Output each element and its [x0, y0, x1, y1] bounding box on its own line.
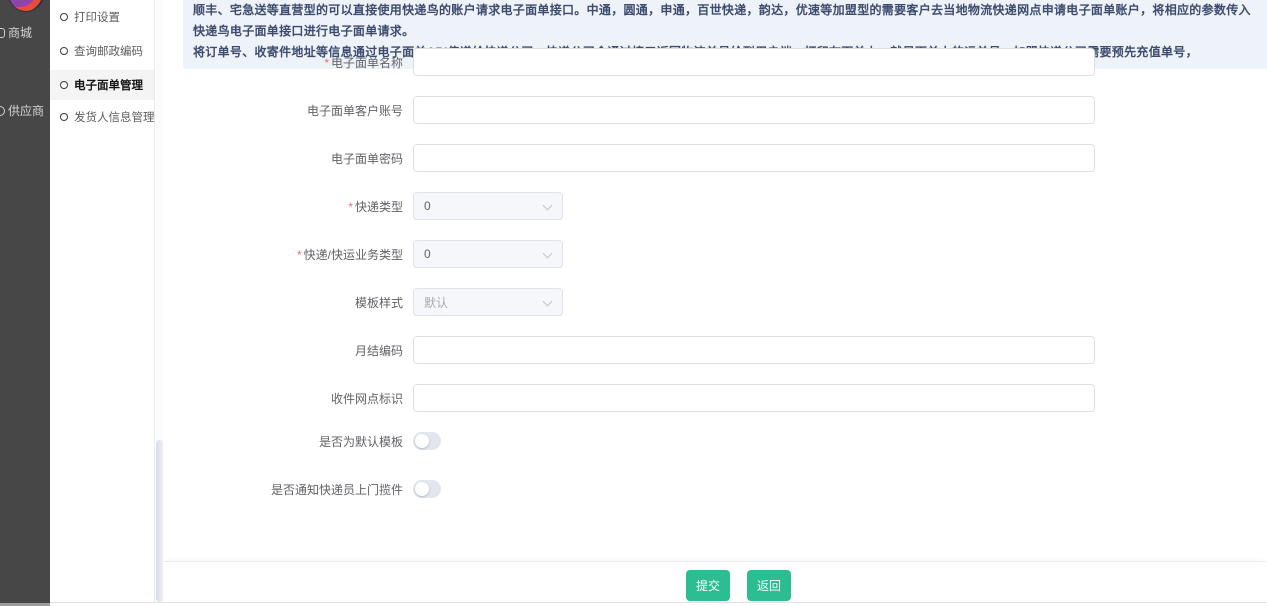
form-row: *电子面单名称 [163, 48, 1267, 76]
field-label-default-template: 是否为默认模板 [163, 433, 413, 450]
radio-circle-icon [60, 47, 68, 55]
main-content: 顺丰、宅急送等直营型的可以直接使用快递鸟的账户请求电子面单接口。中通，圆通，申通… [163, 0, 1267, 606]
field-label-monthly-code: 月结编码 [163, 342, 413, 359]
back-button[interactable]: 返回 [747, 570, 791, 601]
select-value: 0 [424, 199, 431, 213]
radio-circle-icon [60, 13, 68, 21]
required-mark: * [324, 56, 329, 70]
monthly-code-input[interactable] [413, 336, 1095, 364]
notify-courier-switch[interactable] [413, 480, 441, 498]
default-template-switch[interactable] [413, 432, 441, 450]
menu-item-ewaybill-management[interactable]: 电子面单管理 [50, 70, 154, 100]
footer-action-bar: 提交 返回 [163, 561, 1267, 602]
scrollbar-thumb[interactable] [156, 440, 163, 602]
field-label-outlet-id: 收件网点标识 [163, 390, 413, 407]
menu-item-label: 发货人信息管理 [74, 109, 155, 125]
required-mark: * [348, 200, 353, 214]
switch-knob [415, 434, 429, 448]
form-row: 电子面单客户账号 [163, 96, 1267, 124]
field-label-business-type: *快递/快运业务类型 [163, 246, 413, 263]
footer-buttons: 提交 返回 [686, 570, 791, 601]
radio-circle-icon [60, 81, 68, 89]
form-row: 是否通知快递员上门揽件 [163, 480, 1267, 498]
field-label-template-style: 模板样式 [163, 294, 413, 311]
select-value: 默认 [424, 294, 448, 311]
template-style-select[interactable]: 默认 [413, 288, 563, 316]
form-row: *快递/快运业务类型 0 [163, 240, 1267, 268]
ewaybill-form: *电子面单名称 电子面单客户账号 电子面单密码 *快递类型 0 *快递/快运业务… [163, 48, 1267, 518]
field-label-customer-account: 电子面单客户账号 [163, 102, 413, 119]
waybill-name-input[interactable] [413, 48, 1095, 76]
form-row: *快递类型 0 [163, 192, 1267, 220]
menu-item-print-settings[interactable]: 打印设置 [50, 2, 154, 32]
sidebar-item-mall[interactable]: 商城 [0, 24, 50, 41]
menu-item-shipper-info[interactable]: 发货人信息管理 [50, 102, 154, 132]
outlet-id-input[interactable] [413, 384, 1095, 412]
form-row: 收件网点标识 [163, 384, 1267, 412]
chevron-down-icon [543, 297, 553, 307]
customer-account-input[interactable] [413, 96, 1095, 124]
chevron-down-icon [543, 201, 553, 211]
select-value: 0 [424, 247, 431, 261]
switch-knob [415, 482, 429, 496]
submit-button[interactable]: 提交 [686, 570, 730, 601]
field-label-express-type: *快递类型 [163, 198, 413, 215]
supplier-icon [0, 106, 5, 116]
form-row: 是否为默认模板 [163, 432, 1267, 450]
primary-sidebar: 商城 供应商 [0, 0, 50, 603]
sidebar-item-label: 商城 [8, 24, 32, 41]
menu-item-label: 查询邮政编码 [74, 43, 143, 59]
mall-icon [0, 28, 5, 38]
required-mark: * [297, 248, 302, 262]
app-window: 商城 供应商 打印设置 查询邮政编码 电子面单管理 发货人信息管理 [0, 0, 1267, 606]
secondary-menu: 打印设置 查询邮政编码 电子面单管理 发货人信息管理 [50, 0, 155, 602]
sidebar-item-label: 供应商 [8, 102, 44, 119]
field-label-notify-courier: 是否通知快递员上门揽件 [163, 481, 413, 498]
avatar[interactable] [8, 0, 44, 12]
field-label-waybill-name: *电子面单名称 [163, 54, 413, 71]
notice-line-1: 顺丰、宅急送等直营型的可以直接使用快递鸟的账户请求电子面单接口。中通，圆通，申通… [193, 0, 1257, 42]
field-label-password: 电子面单密码 [163, 150, 413, 167]
waybill-password-input[interactable] [413, 144, 1095, 172]
sidebar-item-supplier[interactable]: 供应商 [0, 102, 50, 119]
chevron-down-icon [543, 249, 553, 259]
form-row: 模板样式 默认 [163, 288, 1267, 316]
vertical-scrollbar[interactable] [156, 0, 163, 602]
menu-item-postal-code-query[interactable]: 查询邮政编码 [50, 36, 154, 66]
form-row: 月结编码 [163, 336, 1267, 364]
express-type-select[interactable]: 0 [413, 192, 563, 220]
form-row: 电子面单密码 [163, 144, 1267, 172]
business-type-select[interactable]: 0 [413, 240, 563, 268]
window-bottom-border [50, 602, 1267, 603]
radio-circle-icon [60, 113, 68, 121]
menu-item-label: 电子面单管理 [74, 77, 143, 93]
menu-item-label: 打印设置 [74, 9, 120, 25]
